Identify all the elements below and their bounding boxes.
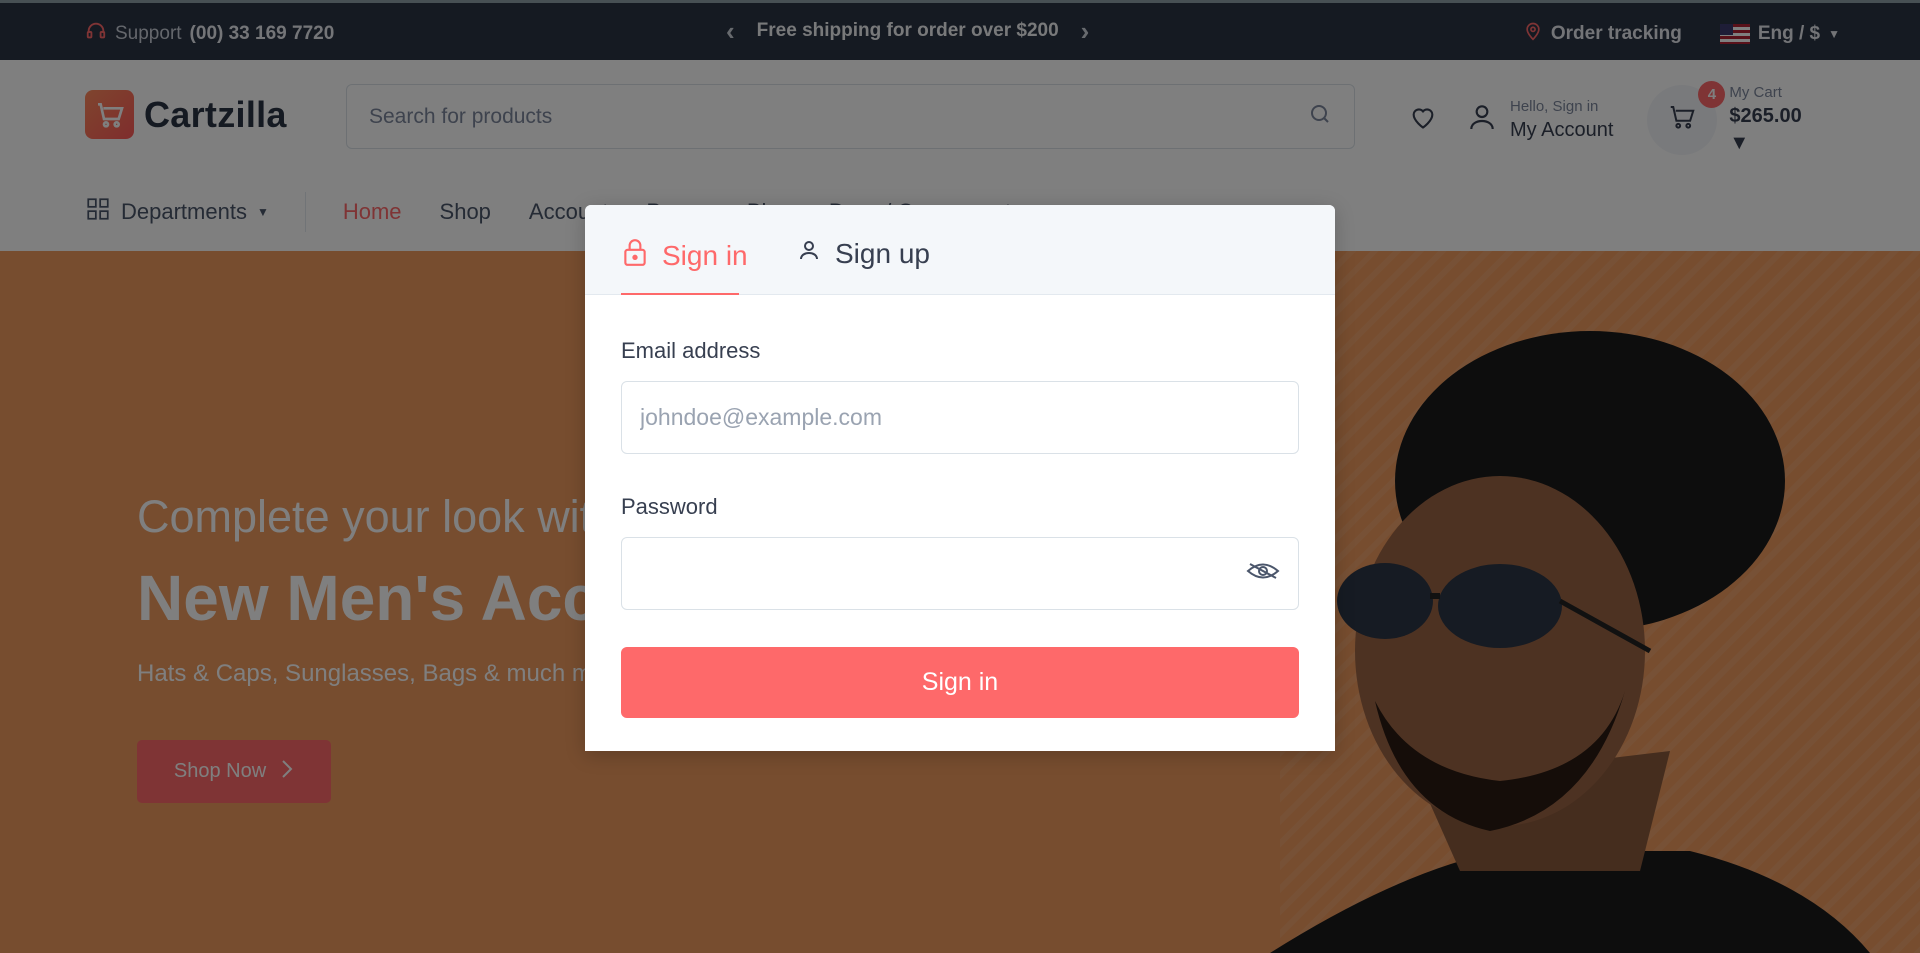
modal-tabs: Sign in Sign up <box>585 205 1335 295</box>
email-field[interactable] <box>640 404 1280 431</box>
password-field-wrapper <box>621 537 1299 610</box>
password-label: Password <box>621 494 718 519</box>
signin-modal: Sign in Sign up Email address Password S… <box>585 205 1335 751</box>
email-label: Email address <box>621 338 761 363</box>
signin-submit-button[interactable]: Sign in <box>621 647 1299 718</box>
signin-form: Email address Password Sign in <box>585 338 1335 718</box>
eye-icon[interactable] <box>1246 560 1280 587</box>
lock-icon <box>622 237 648 274</box>
password-field[interactable] <box>640 560 1246 587</box>
tab-signin[interactable]: Sign in <box>622 237 748 274</box>
email-field-wrapper <box>621 381 1299 454</box>
tab-signin-label: Sign in <box>662 239 748 271</box>
tab-signup[interactable]: Sign up <box>797 237 930 270</box>
user-icon <box>797 237 821 270</box>
active-tab-indicator <box>621 293 739 295</box>
tab-signup-label: Sign up <box>835 237 930 269</box>
